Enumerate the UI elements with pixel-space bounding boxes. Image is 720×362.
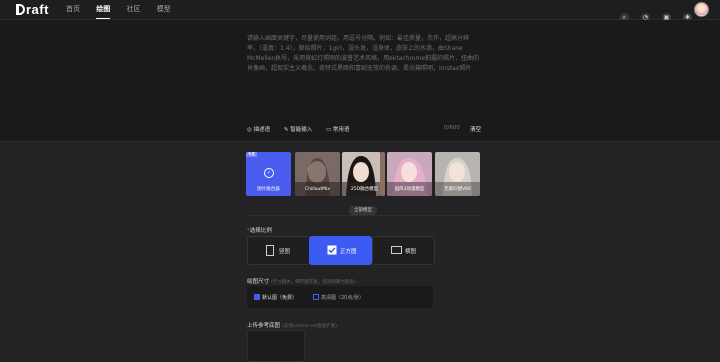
size-hd-option[interactable]: 高清图（20点/张） bbox=[313, 294, 364, 301]
main-nav: 首页 绘图 社区 模型 bbox=[66, 4, 185, 19]
upload-title: 上传参考底图 (支持control net智能扩图) bbox=[247, 321, 337, 329]
model-card[interactable]: ChilloutMix bbox=[295, 152, 340, 196]
tool-description[interactable]: ◎ 描述语 bbox=[247, 127, 276, 133]
tool-smart-input[interactable]: ✎ 智能输入 bbox=[284, 127, 318, 133]
expand-models-button[interactable]: 全部模型 bbox=[349, 206, 377, 215]
size-hint: (尺寸越大，细节越丰富，但消耗算力越多) bbox=[271, 280, 356, 285]
size-title-label: 绘图尺寸 bbox=[247, 279, 270, 285]
avatar[interactable] bbox=[694, 2, 709, 17]
ratio-square[interactable]: 正方图 bbox=[309, 236, 372, 265]
prompt-input[interactable]: 请输入画面关键字，尽量使用词组，用逗号分隔。例如：最佳质量，杰作，超高分辨率，（… bbox=[247, 34, 480, 74]
char-counter: 0/600 bbox=[444, 125, 460, 131]
size-default-option[interactable]: 默认图（免费） bbox=[254, 294, 297, 301]
ratio-landscape[interactable]: 横图 bbox=[372, 236, 435, 265]
size-options: 默认图（免费） 高清图（20点/张） bbox=[247, 286, 433, 308]
upload-dropzone[interactable] bbox=[247, 330, 305, 362]
ratio-label: 竖图 bbox=[279, 249, 291, 255]
radio-icon bbox=[254, 294, 260, 300]
divider bbox=[247, 215, 480, 216]
model-card[interactable]: 无邪幻想V60 bbox=[435, 152, 480, 196]
radio-icon bbox=[313, 294, 319, 300]
ratio-title-label: 选择比例 bbox=[249, 228, 272, 234]
model-card[interactable]: 专属 ✓ 图片融合器 bbox=[246, 152, 291, 196]
nav-models[interactable]: 模型 bbox=[157, 4, 171, 14]
nav-draw[interactable]: 绘图 bbox=[96, 4, 111, 19]
logo[interactable]: raft bbox=[16, 2, 49, 17]
prompt-area[interactable]: 请输入画面关键字，尽量使用词组，用逗号分隔。例如：最佳质量，杰作，超高分辨率，（… bbox=[0, 20, 720, 142]
nav-home[interactable]: 首页 bbox=[66, 4, 80, 14]
ratio-title: *选择比例 bbox=[247, 226, 272, 234]
tool-common-phrases-label: 常用语 bbox=[332, 127, 350, 133]
model-label: ChilloutMix bbox=[305, 187, 330, 192]
prompt-toolbar: ◎ 描述语 ✎ 智能输入 ▭ 常用语 bbox=[247, 125, 361, 133]
nav-community[interactable]: 社区 bbox=[126, 4, 140, 14]
logo-text: raft bbox=[26, 2, 49, 17]
model-card[interactable]: 国风3动漫模型 bbox=[387, 152, 432, 196]
size-hd-label: 高清图（20点/张） bbox=[321, 295, 365, 301]
ratio-label: 正方图 bbox=[340, 249, 357, 255]
model-tag: 专属 bbox=[246, 152, 257, 157]
logo-mark bbox=[16, 4, 25, 15]
portrait-icon bbox=[266, 245, 274, 256]
model-label: 无邪幻想V60 bbox=[444, 187, 471, 192]
tool-smart-input-label: 智能输入 bbox=[290, 127, 313, 133]
top-bar: raft 首页 绘图 社区 模型 ⌕ ◔ ▣ ✱ bbox=[0, 0, 720, 22]
model-thumbnail bbox=[380, 152, 385, 196]
ratio-portrait[interactable]: 竖图 bbox=[247, 236, 310, 265]
model-label: 国风3动漫模型 bbox=[394, 187, 425, 192]
model-strip bbox=[380, 152, 385, 196]
model-label: 图片融合器 bbox=[257, 187, 280, 192]
check-icon bbox=[327, 245, 337, 255]
size-title: 绘图尺寸 (尺寸越大，细节越丰富，但消耗算力越多) bbox=[247, 277, 356, 285]
upload-hint: (支持control net智能扩图) bbox=[282, 324, 337, 329]
clear-button[interactable]: 清空 bbox=[470, 125, 481, 133]
tool-description-label: 描述语 bbox=[253, 127, 271, 133]
check-icon: ✓ bbox=[264, 168, 274, 178]
upload-title-label: 上传参考底图 bbox=[247, 323, 281, 329]
ratio-label: 横图 bbox=[405, 249, 417, 255]
landscape-icon bbox=[391, 246, 402, 254]
tool-common-phrases[interactable]: ▭ 常用语 bbox=[326, 127, 355, 133]
size-default-label: 默认图（免费） bbox=[262, 295, 298, 301]
